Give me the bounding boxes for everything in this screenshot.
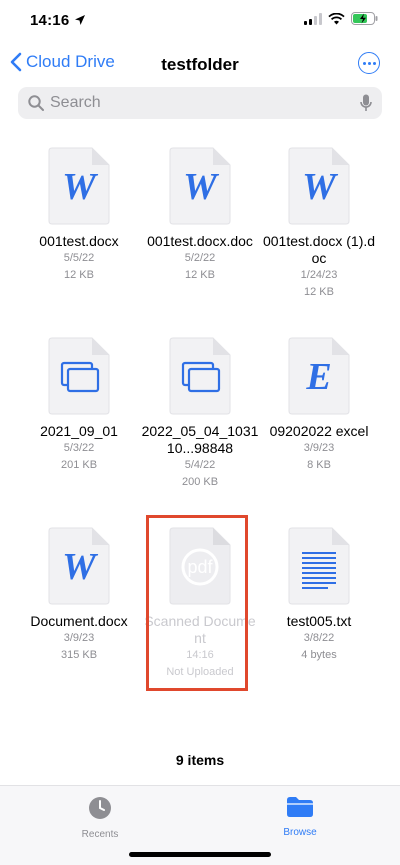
file-name: Document.docx	[30, 613, 128, 629]
text-document-icon	[288, 527, 350, 605]
file-date: 5/5/22	[63, 252, 95, 264]
search-bar	[18, 87, 382, 119]
file-item[interactable]: W 001test.docx (1).doc 1/24/23 12 KB	[260, 147, 378, 301]
microphone-icon[interactable]	[360, 94, 372, 112]
file-date: 5/2/22	[184, 252, 216, 264]
signal-icon	[304, 12, 322, 30]
file-item-pending-upload[interactable]: pdf Scanned Document 14:16 Not Uploaded	[141, 527, 259, 681]
upload-status: Not Uploaded	[166, 666, 234, 678]
file-size: 201 KB	[60, 459, 98, 471]
tab-recents[interactable]: Recents	[50, 796, 150, 840]
chevron-left-icon	[10, 52, 22, 72]
file-name: Scanned Document	[144, 613, 256, 646]
file-size: 12 KB	[64, 269, 94, 281]
file-date: 1/24/23	[300, 269, 338, 281]
word-document-icon: W	[48, 147, 110, 225]
pdf-document-icon: pdf	[169, 527, 231, 605]
battery-charging-icon	[351, 12, 378, 30]
svg-text:pdf: pdf	[187, 557, 213, 577]
file-item[interactable]: test005.txt 3/8/22 4 bytes	[260, 527, 378, 664]
windows-icon	[48, 337, 110, 415]
home-indicator	[129, 852, 271, 857]
search-icon	[28, 95, 44, 111]
file-size: 315 KB	[60, 649, 98, 661]
tab-label: Recents	[81, 829, 119, 840]
excel-glyph: E	[306, 356, 332, 398]
file-size: 4 bytes	[301, 649, 337, 661]
word-glyph: W	[62, 546, 96, 588]
file-date: 5/3/22	[63, 442, 95, 454]
file-size: 12 KB	[185, 269, 215, 281]
excel-document-icon: E	[288, 337, 350, 415]
windows-icon	[169, 337, 231, 415]
file-date: 14:16	[186, 649, 214, 661]
file-item[interactable]: 2021_09_01 5/3/22 201 KB	[20, 337, 138, 474]
file-item[interactable]: W 001test.docx 5/5/22 12 KB	[20, 147, 138, 284]
back-button-label: Cloud Drive	[26, 52, 115, 71]
file-name: 001test.docx.doc	[147, 233, 253, 249]
file-date: 5/4/22	[184, 459, 216, 471]
word-document-icon: W	[288, 147, 350, 225]
file-item[interactable]: 2022_05_04_103110...98848 5/4/22 200 KB	[141, 337, 259, 491]
file-size: 200 KB	[181, 476, 219, 488]
ellipsis-circle-icon[interactable]	[358, 52, 380, 74]
clock-icon	[89, 797, 111, 819]
file-item[interactable]: E 09202022 excel 3/9/23 8 KB	[260, 337, 378, 474]
folder-icon	[287, 797, 313, 817]
tab-browse[interactable]: Browse	[250, 796, 350, 838]
file-item[interactable]: W Document.docx 3/9/23 315 KB	[20, 527, 138, 664]
file-name: 001test.docx (1).doc	[262, 233, 376, 266]
wifi-icon	[328, 12, 345, 30]
file-name: test005.txt	[286, 613, 352, 629]
item-count: 9 items	[175, 752, 225, 768]
navigation-bar: Cloud Drive testfolder	[0, 44, 400, 86]
word-glyph: W	[62, 166, 96, 208]
status-bar: 14:16	[0, 0, 400, 44]
location-arrow-icon	[75, 15, 85, 25]
file-item[interactable]: W 001test.docx.doc 5/2/22 12 KB	[141, 147, 259, 284]
search-input[interactable]	[50, 94, 360, 112]
file-name: 2021_09_01	[40, 423, 118, 439]
file-date: 3/8/22	[303, 632, 335, 644]
word-glyph: W	[183, 166, 217, 208]
file-date: 3/9/23	[63, 632, 95, 644]
file-name: 2022_05_04_103110...98848	[141, 423, 259, 456]
file-name: 09202022 excel	[269, 423, 369, 439]
file-size: 8 KB	[307, 459, 331, 471]
word-document-icon: W	[48, 527, 110, 605]
back-button[interactable]: Cloud Drive	[10, 52, 115, 72]
word-document-icon: W	[169, 147, 231, 225]
file-size: 12 KB	[304, 286, 334, 298]
file-name: 001test.docx	[39, 233, 119, 249]
file-date: 3/9/23	[303, 442, 335, 454]
status-time: 14:16	[30, 12, 70, 29]
tab-label: Browse	[283, 827, 317, 838]
word-glyph: W	[302, 166, 336, 208]
